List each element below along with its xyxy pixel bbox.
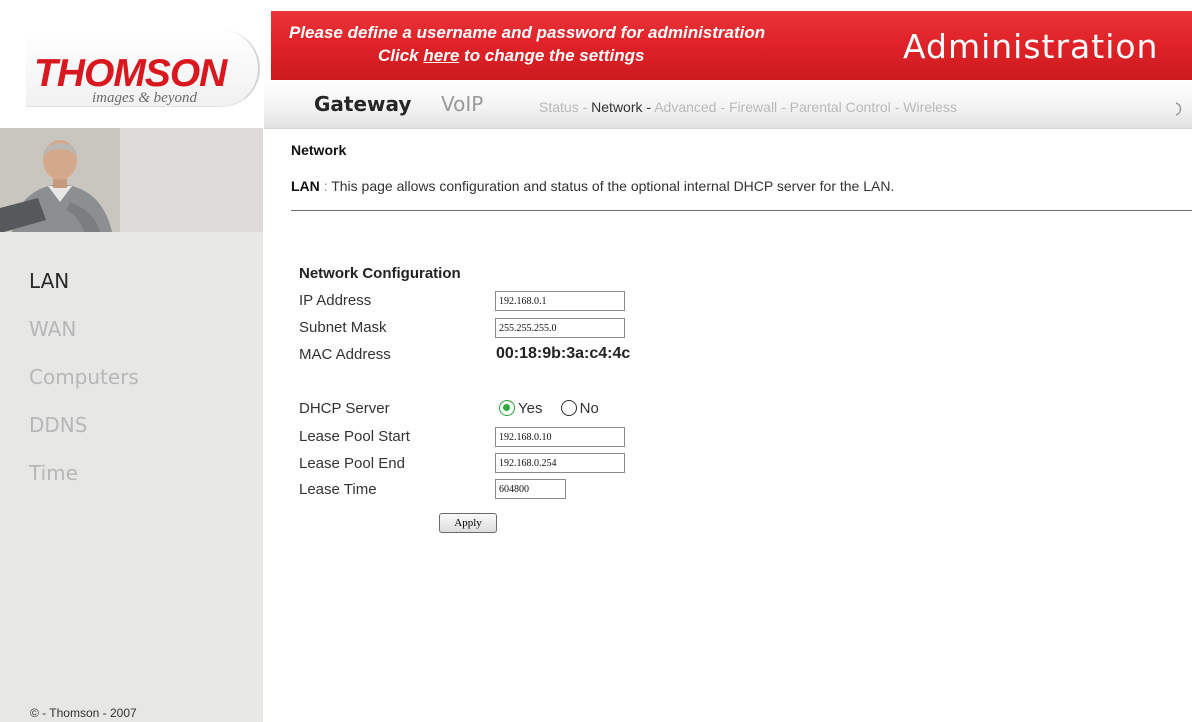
brand-name: THOMSON: [34, 52, 227, 95]
header-banner: Please define a username and password fo…: [271, 11, 1192, 80]
sidebar-item-computers[interactable]: Computers: [29, 353, 139, 401]
settings-link[interactable]: here: [423, 46, 459, 65]
navbar: Gateway VoIP Status - Network - Advanced…: [264, 80, 1192, 129]
radio-checked-icon[interactable]: [499, 400, 515, 416]
mac-address-value: 00:18:9b:3a:c4:4c: [496, 345, 631, 362]
sidebar-item-ddns[interactable]: DDNS: [29, 401, 139, 449]
description-text: This page allows configuration and statu…: [331, 178, 895, 194]
subnav-separator: -: [720, 99, 726, 115]
brand-tagline: images & beyond: [92, 90, 197, 106]
ip-address-input[interactable]: [495, 291, 625, 311]
lease-pool-start-input[interactable]: [495, 427, 625, 447]
page-title: Network: [291, 142, 347, 158]
warning-line-1: Please define a username and password fo…: [289, 23, 766, 42]
tab-gateway[interactable]: Gateway: [314, 92, 411, 116]
sidebar: LAN WAN Computers DDNS Time © - Thomson …: [0, 128, 263, 722]
ip-address-label: IP Address: [299, 292, 372, 309]
subnav-separator: -: [646, 99, 652, 115]
sidebar-item-wan[interactable]: WAN: [29, 305, 139, 353]
section-title: Network Configuration: [299, 265, 461, 282]
tab-voip[interactable]: VoIP: [441, 92, 483, 116]
radio-unchecked-icon[interactable]: [560, 400, 577, 416]
sidebar-item-lan[interactable]: LAN: [29, 257, 139, 305]
description-section-label: LAN: [291, 178, 320, 194]
mac-address-label: MAC Address: [299, 346, 391, 363]
lease-time-label: Lease Time: [299, 481, 377, 498]
apply-button[interactable]: Apply: [439, 513, 497, 533]
lease-pool-start-label: Lease Pool Start: [299, 428, 410, 445]
dhcp-server-label: DHCP Server: [299, 400, 390, 417]
sidebar-menu: LAN WAN Computers DDNS Time: [29, 257, 139, 497]
subtab-network[interactable]: Network: [591, 99, 642, 115]
logo[interactable]: THOMSON images & beyond: [26, 30, 260, 107]
cut-off-glyph-icon: [1175, 102, 1182, 116]
subtab-advanced[interactable]: Advanced: [654, 99, 716, 115]
router-admin-page: THOMSON images & beyond LAN WAN Computer…: [0, 0, 1192, 722]
warning-prefix: Click: [378, 46, 419, 65]
copyright-text: © - Thomson - 2007: [30, 706, 137, 720]
dhcp-yes-label[interactable]: Yes: [518, 400, 542, 417]
subtab-parental-control[interactable]: Parental Control: [790, 99, 891, 115]
admin-warning-message: Please define a username and password fo…: [289, 21, 765, 67]
subnet-mask-input[interactable]: [495, 318, 625, 338]
warning-suffix: to change the settings: [464, 46, 645, 65]
subtab-status[interactable]: Status: [539, 99, 579, 115]
subnet-mask-label: Subnet Mask: [299, 319, 387, 336]
sidebar-photo: [0, 128, 263, 232]
header-divider: [291, 210, 1192, 211]
subtab-wireless[interactable]: Wireless: [903, 99, 957, 115]
logo-area: THOMSON images & beyond: [0, 0, 287, 128]
lease-pool-end-input[interactable]: [495, 453, 625, 473]
subnav-separator: -: [582, 99, 588, 115]
lease-time-input[interactable]: [495, 479, 566, 499]
subnav-separator: -: [894, 99, 900, 115]
subnav: Status - Network - Advanced - Firewall -…: [539, 98, 957, 116]
person-photo-image: [0, 128, 263, 232]
administration-link[interactable]: Administration: [903, 27, 1158, 67]
warning-line-2: Click here to change the settings: [289, 44, 765, 67]
description-separator: :: [323, 178, 328, 194]
dhcp-server-radio-group: Yes No: [499, 400, 613, 417]
page-description: LAN : This page allows configuration and…: [291, 178, 894, 194]
subtab-firewall[interactable]: Firewall: [729, 99, 777, 115]
subnav-separator: -: [781, 99, 786, 115]
dhcp-no-label[interactable]: No: [580, 400, 599, 417]
sidebar-item-time[interactable]: Time: [29, 449, 139, 497]
lease-pool-end-label: Lease Pool End: [299, 455, 405, 472]
